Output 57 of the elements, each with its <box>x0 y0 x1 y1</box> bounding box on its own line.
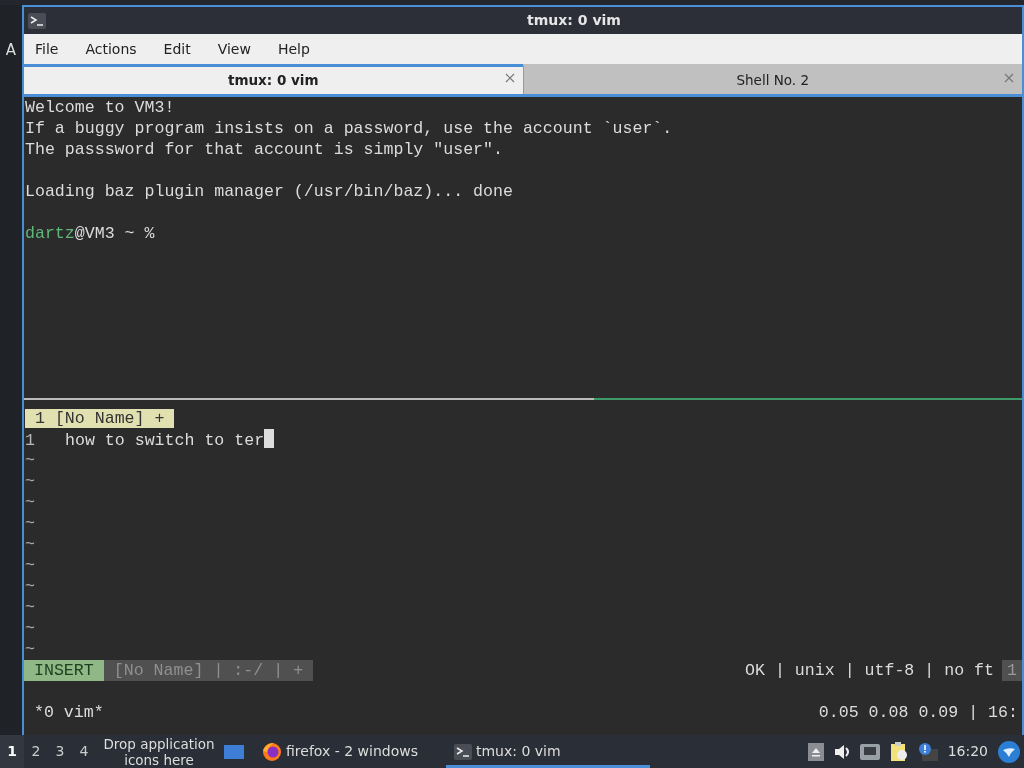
menu-item[interactable]: View <box>212 38 263 60</box>
empty-line-marker: ~ <box>25 640 35 659</box>
clock[interactable]: 16:20 <box>947 741 988 762</box>
status-text: [No Name] <box>112 660 204 681</box>
taskbar-button[interactable]: firefox - 2 windows <box>254 735 426 768</box>
menu-item[interactable]: Help <box>272 38 322 60</box>
mode-indicator: INSERT <box>24 660 104 681</box>
tmux-load-info: 0.05 0.08 0.09 | 16: <box>818 702 1019 723</box>
terminal-icon <box>28 12 46 29</box>
empty-line-marker: ~ <box>25 598 35 617</box>
terminal-line: If a buggy program insists on a password, use the account `user`. <box>24 118 674 139</box>
background-window-text: A <box>5 40 17 61</box>
workspace-button[interactable]: 3 <box>48 735 72 768</box>
window-title: tmux: 0 vim <box>526 11 622 30</box>
workspace-button[interactable]: 1 <box>0 735 24 768</box>
status-text: :-/ <box>232 660 264 681</box>
tab[interactable]: Shell No. 2 <box>522 64 1022 94</box>
notification-icon[interactable] <box>917 742 938 761</box>
empty-line-marker: ~ <box>25 556 35 575</box>
terminal-icon <box>453 743 472 760</box>
status-text: | <box>212 660 224 681</box>
status-position: 1 <box>1002 660 1022 681</box>
tmux-window-name: *0 vim* <box>33 702 104 723</box>
buffer-text: how to switch to ter <box>65 431 265 450</box>
status-text: + <box>292 660 304 681</box>
prompt-user: dartz <box>25 224 75 243</box>
menu-item[interactable]: Edit <box>158 38 203 60</box>
empty-line-marker: ~ <box>25 451 35 470</box>
status-info: OK | unix | utf-8 | no ft <box>745 660 995 681</box>
terminal-line: The passsword for that account is simply "user". <box>24 139 504 160</box>
launcher-hint: Drop application icons here <box>102 735 216 768</box>
line-number: 1 <box>25 430 36 451</box>
workspace-button[interactable]: 4 <box>72 735 96 768</box>
workspace-button[interactable]: 2 <box>24 735 48 768</box>
empty-line-marker: ~ <box>25 472 35 491</box>
terminal-line: Loading baz plugin manager (/usr/bin/baz)... done <box>24 181 514 202</box>
empty-line-marker: ~ <box>25 577 35 596</box>
vim-tab[interactable]: 1 [No Name] + <box>25 409 175 428</box>
terminal-line: Welcome to VM3! <box>24 97 176 118</box>
start-menu-icon[interactable] <box>998 740 1020 763</box>
clipboard-icon[interactable] <box>889 741 908 762</box>
empty-line-marker: ~ <box>25 535 35 554</box>
status-text: | <box>272 660 284 681</box>
network-icon[interactable] <box>859 743 880 760</box>
speaker-icon[interactable] <box>833 743 850 760</box>
prompt-text: @VM3 ~ % <box>74 224 155 243</box>
desktop-icon[interactable] <box>224 743 244 760</box>
menu-item[interactable]: Actions <box>80 38 149 60</box>
empty-line-marker: ~ <box>25 619 35 638</box>
empty-line-marker: ~ <box>25 514 35 533</box>
close-icon[interactable] <box>504 73 515 83</box>
menu-item[interactable]: File <box>30 38 71 60</box>
browser-icon <box>262 741 282 762</box>
eject-icon[interactable] <box>807 742 824 761</box>
text-cursor <box>264 429 275 448</box>
empty-line-marker: ~ <box>25 493 35 512</box>
taskbar-button[interactable]: tmux: 0 vim <box>445 735 650 768</box>
